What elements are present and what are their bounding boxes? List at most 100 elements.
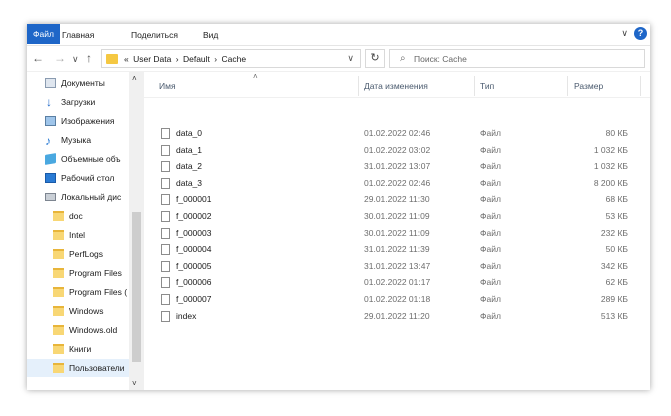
file-date: 29.01.2022 11:20 [364, 310, 430, 321]
folder-icon [53, 363, 64, 373]
sidebar-item-3d-objects[interactable]: Объемные объ [27, 150, 129, 168]
sidebar-item-windows[interactable]: Windows [27, 302, 129, 320]
table-row[interactable]: data_2 31.01.2022 13:07 Файл 1 032 КБ [144, 158, 650, 175]
column-divider[interactable] [358, 76, 359, 96]
folder-icon [53, 325, 64, 335]
sidebar-item-downloads[interactable]: Загрузки [27, 93, 129, 111]
file-size: 1 032 КБ [593, 161, 628, 172]
file-date: 01.02.2022 03:02 [364, 144, 431, 155]
scrollbar-thumb[interactable] [132, 212, 141, 362]
sidebar-item-label: Program Files ( [69, 287, 128, 297]
sidebar-item-windows-old[interactable]: Windows.old [27, 321, 129, 339]
desktop-icon [45, 173, 56, 183]
file-type: Файл [480, 144, 501, 155]
table-row[interactable]: f_000002 30.01.2022 11:09 Файл 53 КБ [144, 208, 650, 225]
file-size: 513 КБ [600, 310, 628, 321]
sidebar-item-music[interactable]: Музыка [27, 131, 129, 149]
file-size: 1 032 КБ [593, 144, 628, 155]
file-icon [161, 144, 170, 156]
address-bar[interactable]: « User Data › Default › Cache ∨ [101, 49, 361, 68]
breadcrumb-separator[interactable]: › [176, 54, 179, 64]
tab-view[interactable]: Вид [203, 29, 218, 41]
file-date: 01.02.2022 01:18 [364, 294, 431, 304]
sidebar-item-label: Windows.old [69, 325, 118, 335]
sidebar-item-label: Музыка [61, 135, 92, 145]
sidebar-item-pictures[interactable]: Изображения [27, 112, 129, 130]
tab-home[interactable]: Главная [62, 29, 94, 41]
file-size: 80 КБ [605, 128, 628, 138]
sidebar-item-local-disk[interactable]: Локальный дис [27, 188, 129, 206]
folder-icon [53, 211, 64, 221]
file-name: f_000003 [176, 227, 212, 238]
help-icon[interactable]: ? [634, 27, 647, 40]
column-divider[interactable] [474, 76, 475, 96]
search-input[interactable] [414, 52, 634, 65]
sidebar-item-label: Windows [69, 306, 104, 316]
table-row[interactable]: f_000001 29.01.2022 11:30 Файл 68 КБ [144, 191, 650, 208]
column-header-name[interactable]: Имя [159, 81, 176, 91]
breadcrumb-separator[interactable]: › [214, 54, 217, 64]
table-row[interactable]: f_000004 31.01.2022 11:39 Файл 50 КБ [144, 241, 650, 258]
tab-share[interactable]: Поделиться [131, 29, 178, 41]
sidebar-item-label: Пользователи [69, 363, 125, 373]
sidebar-item-books[interactable]: Книги [27, 340, 129, 358]
sidebar-item-intel[interactable]: Intel [27, 226, 129, 244]
scroll-up-icon[interactable]: ˄ [132, 74, 137, 83]
refresh-button[interactable]: ↻ [365, 49, 385, 68]
breadcrumb-overflow[interactable]: « [124, 54, 129, 64]
file-date: 31.01.2022 13:07 [364, 161, 431, 172]
pictures-icon [45, 116, 56, 126]
forward-button[interactable]: → [54, 51, 66, 65]
column-divider[interactable] [640, 76, 641, 96]
column-header-date[interactable]: Дата изменения [364, 81, 428, 91]
table-row[interactable]: data_0 01.02.2022 02:46 Файл 80 КБ [144, 125, 650, 142]
file-name: f_000007 [176, 294, 212, 304]
sidebar-item-users[interactable]: Пользователи [27, 359, 129, 377]
table-row[interactable]: f_000005 31.01.2022 13:47 Файл 342 КБ [144, 258, 650, 275]
file-date: 01.02.2022 02:46 [364, 177, 431, 188]
file-type: Файл [480, 161, 501, 172]
file-icon [161, 211, 170, 222]
up-button[interactable]: ↑ [86, 51, 92, 65]
file-name: index [176, 310, 197, 321]
sidebar-item-program-files[interactable]: Program Files [27, 264, 129, 282]
address-dropdown-icon[interactable]: ∨ [347, 53, 354, 64]
breadcrumb-user-data[interactable]: User Data [133, 54, 171, 64]
breadcrumb-default[interactable]: Default [183, 54, 210, 64]
column-header-type[interactable]: Тип [480, 81, 494, 91]
sidebar-scrollbar[interactable]: ˄ ˅ [129, 72, 144, 390]
table-row[interactable]: f_000003 30.01.2022 11:09 Файл 232 КБ [144, 225, 650, 242]
breadcrumb-cache[interactable]: Cache [222, 54, 247, 64]
file-icon [161, 128, 170, 139]
sidebar-item-doc[interactable]: doc [27, 207, 129, 225]
scroll-down-icon[interactable]: ˅ [132, 379, 137, 388]
file-icon [161, 194, 170, 206]
table-row[interactable]: f_000007 01.02.2022 01:18 Файл 289 КБ [144, 291, 650, 308]
sidebar-item-perflogs[interactable]: PerfLogs [27, 245, 129, 263]
file-type: Файл [480, 227, 501, 238]
sidebar-item-program-files-x86[interactable]: Program Files ( [27, 283, 129, 301]
file-icon [161, 260, 170, 272]
sidebar-item-documents[interactable]: Документы [27, 74, 129, 92]
sidebar-item-desktop[interactable]: Рабочий стол [27, 169, 129, 187]
table-row[interactable]: f_000006 01.02.2022 01:17 Файл 62 КБ [144, 274, 650, 291]
back-button[interactable]: ← [32, 51, 44, 65]
file-date: 01.02.2022 02:46 [364, 128, 431, 138]
column-header-size[interactable]: Размер [574, 81, 603, 91]
file-size: 53 КБ [605, 211, 628, 221]
folder-icon [53, 306, 64, 316]
search-box[interactable]: ⌕ [389, 49, 645, 68]
recent-locations-button[interactable]: ∨ [72, 52, 79, 66]
table-row[interactable]: data_1 01.02.2022 03:02 Файл 1 032 КБ [144, 142, 650, 159]
table-row[interactable]: data_3 01.02.2022 02:46 Файл 8 200 КБ [144, 175, 650, 192]
column-divider[interactable] [567, 76, 568, 96]
sidebar-item-label: Рабочий стол [61, 173, 115, 183]
table-row[interactable]: index 29.01.2022 11:20 Файл 513 КБ [144, 308, 650, 325]
file-type: Файл [480, 310, 501, 321]
file-size: 289 КБ [600, 294, 628, 304]
ribbon-collapse-icon[interactable]: ∨ [621, 28, 628, 39]
file-date: 01.02.2022 01:17 [364, 277, 431, 288]
tab-file[interactable]: Файл [27, 24, 60, 44]
sidebar-item-label: Загрузки [61, 97, 96, 107]
folder-icon [53, 268, 64, 278]
